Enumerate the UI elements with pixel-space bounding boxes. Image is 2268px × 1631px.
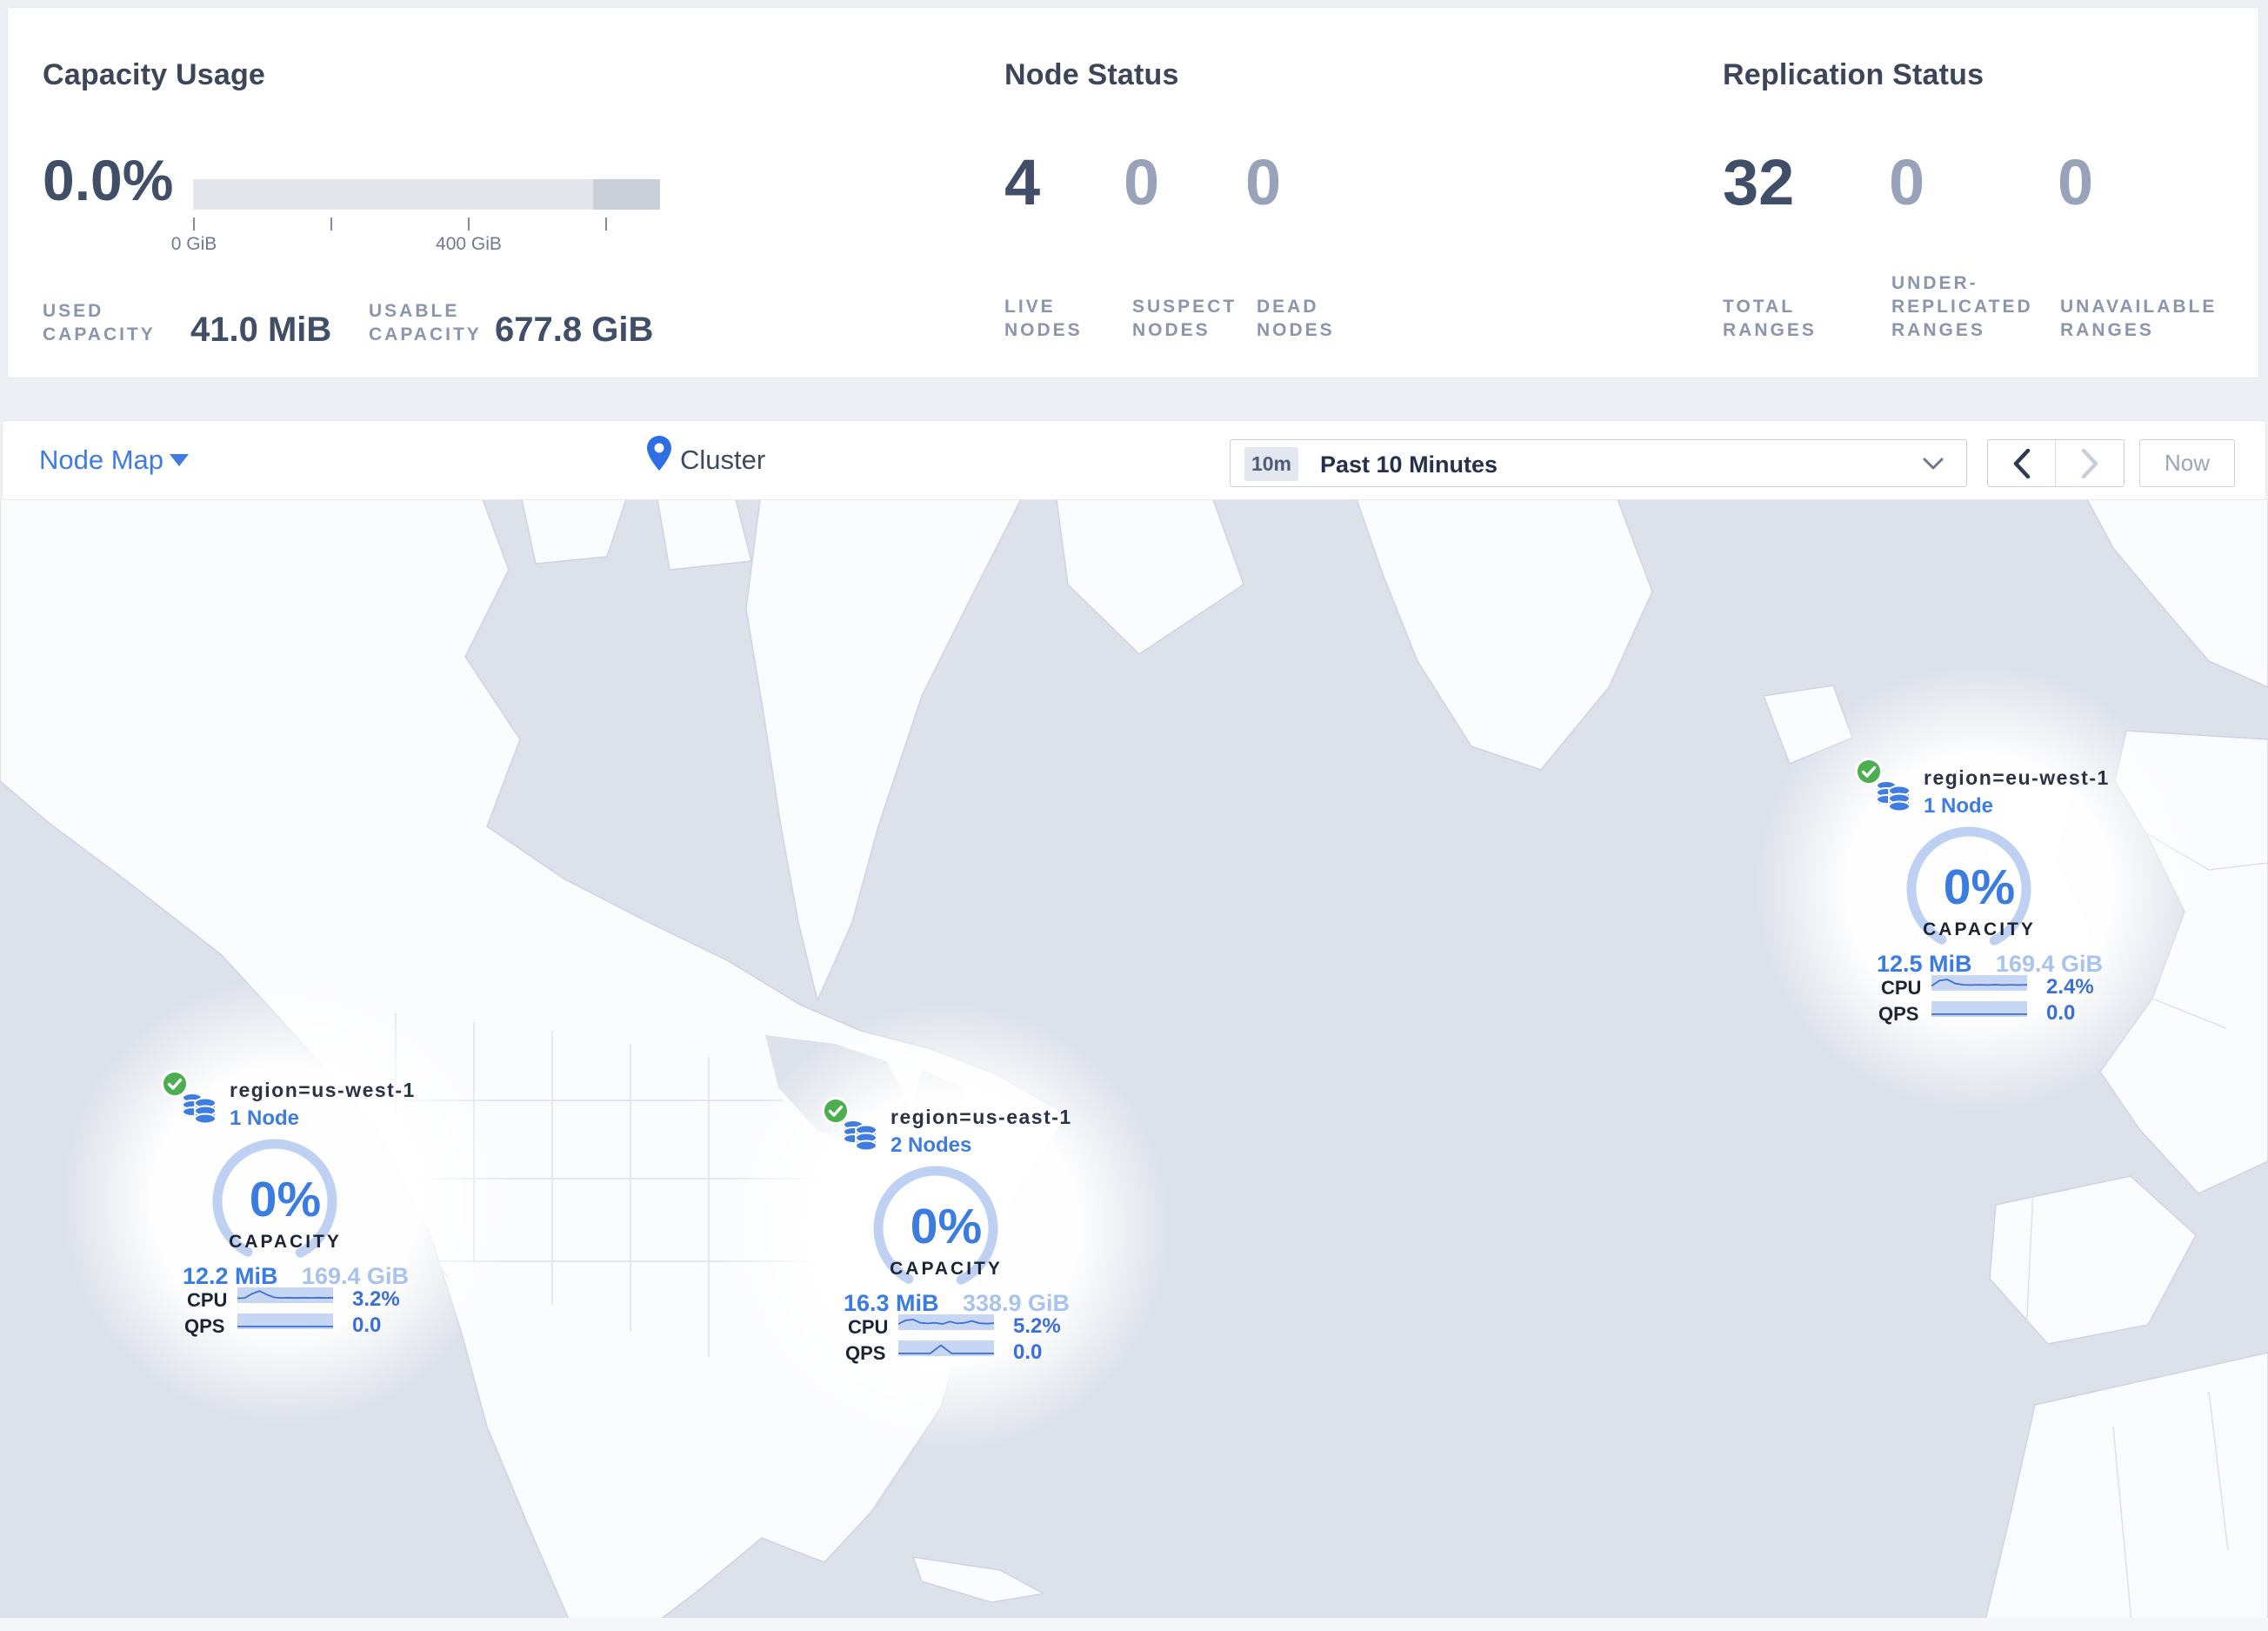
node-count-link[interactable]: 1 Node bbox=[1924, 794, 1993, 819]
used-capacity-value: 16.3 MiB bbox=[844, 1290, 939, 1316]
total-ranges-count: 32 bbox=[1723, 146, 1795, 218]
axis-tick bbox=[330, 217, 332, 231]
usable-capacity-label: USABLE CAPACITY bbox=[369, 301, 482, 344]
capacity-percent: 0.0% bbox=[43, 148, 174, 212]
cpu-sparkline bbox=[1931, 975, 2027, 991]
suspect-nodes-count: 0 bbox=[1124, 146, 1160, 218]
capacity-percent: 0% bbox=[1943, 859, 2016, 915]
capacity-bar-reserved-segment bbox=[593, 179, 660, 210]
qps-value: 0.0 bbox=[2046, 1001, 2076, 1025]
view-selector-dropdown[interactable]: Node Map bbox=[39, 445, 163, 476]
cpu-label: CPU bbox=[1881, 977, 1922, 999]
database-nodes-icon bbox=[182, 1093, 217, 1125]
qps-label: QPS bbox=[1878, 1003, 1919, 1025]
capacity-caption: CAPACITY bbox=[1923, 919, 2036, 939]
chevron-left-icon bbox=[2013, 448, 2030, 478]
node-count-link[interactable]: 2 Nodes bbox=[891, 1133, 971, 1158]
cpu-label: CPU bbox=[187, 1289, 228, 1311]
node-count-link[interactable]: 1 Node bbox=[230, 1106, 299, 1131]
cpu-value: 2.4% bbox=[2046, 975, 2094, 999]
dead-nodes-count: 0 bbox=[1245, 146, 1282, 218]
cpu-value: 5.2% bbox=[1013, 1314, 1061, 1338]
region-label: region=eu-west-1 bbox=[1924, 766, 2110, 789]
axis-tick-label: 400 GiB bbox=[436, 234, 502, 254]
region-marker-us-west-1[interactable]: region=us-west-1 1 Node 0% CAPACITY 12.2… bbox=[146, 1061, 424, 1348]
under-replicated-ranges-count: 0 bbox=[1889, 146, 1925, 218]
region-label: region=us-east-1 bbox=[891, 1106, 1072, 1128]
chevron-right-icon bbox=[2081, 448, 2098, 478]
under-replicated-ranges-label: UNDER- REPLICATED RANGES bbox=[1891, 273, 2033, 340]
unavailable-ranges-label: UNAVAILABLE RANGES bbox=[2060, 297, 2218, 340]
used-capacity-value: 12.5 MiB bbox=[1877, 951, 1972, 977]
capacity-percent: 0% bbox=[910, 1199, 983, 1254]
qps-value: 0.0 bbox=[1013, 1340, 1043, 1364]
cpu-sparkline bbox=[237, 1287, 333, 1303]
step-back-button[interactable] bbox=[1988, 440, 2056, 486]
axis-tick bbox=[193, 217, 195, 231]
node-status-title: Node Status bbox=[1004, 58, 1179, 91]
map-toolbar: Node Map Cluster 10m Past 10 Minutes Now bbox=[2, 420, 2266, 500]
map-pin-icon bbox=[647, 436, 671, 471]
capacity-caption: CAPACITY bbox=[229, 1232, 342, 1252]
time-range-label: Past 10 Minutes bbox=[1320, 451, 1498, 478]
capacity-caption: CAPACITY bbox=[890, 1259, 1003, 1279]
qps-label: QPS bbox=[845, 1342, 886, 1364]
database-nodes-icon bbox=[843, 1120, 877, 1152]
axis-tick bbox=[468, 217, 470, 231]
region-label: region=us-west-1 bbox=[230, 1079, 416, 1101]
cpu-sparkline bbox=[898, 1314, 994, 1330]
total-capacity-value: 169.4 GiB bbox=[301, 1263, 409, 1289]
qps-sparkline bbox=[1931, 1001, 2027, 1017]
live-nodes-label: LIVE NODES bbox=[1004, 297, 1083, 340]
time-range-badge: 10m bbox=[1244, 447, 1298, 481]
dead-nodes-label: DEAD NODES bbox=[1257, 297, 1335, 340]
chevron-down-icon bbox=[170, 454, 189, 466]
total-capacity-value: 169.4 GiB bbox=[1995, 951, 2103, 977]
used-capacity-label: USED CAPACITY bbox=[43, 301, 156, 344]
breadcrumb[interactable]: Cluster bbox=[680, 445, 765, 476]
qps-sparkline bbox=[898, 1340, 994, 1356]
chevron-down-icon bbox=[1923, 458, 1944, 470]
map-footer-strip bbox=[0, 1618, 2268, 1631]
cpu-value: 3.2% bbox=[352, 1287, 400, 1311]
region-marker-us-east-1[interactable]: region=us-east-1 2 Nodes 0% CAPACITY 16.… bbox=[807, 1088, 1085, 1375]
live-nodes-count: 4 bbox=[1004, 146, 1041, 218]
region-marker-eu-west-1[interactable]: region=eu-west-1 1 Node 0% CAPACITY 12.5… bbox=[1840, 749, 2118, 1036]
time-range-select[interactable]: 10m Past 10 Minutes bbox=[1230, 439, 1967, 487]
used-capacity-value: 12.2 MiB bbox=[183, 1263, 278, 1289]
usable-capacity-value: 677.8 GiB bbox=[495, 311, 654, 349]
total-ranges-label: TOTAL RANGES bbox=[1723, 297, 1817, 340]
suspect-nodes-label: SUSPECT NODES bbox=[1132, 297, 1237, 340]
now-button[interactable]: Now bbox=[2139, 439, 2235, 487]
qps-label: QPS bbox=[184, 1315, 225, 1337]
capacity-percent: 0% bbox=[249, 1172, 322, 1227]
unavailable-ranges-count: 0 bbox=[2058, 146, 2094, 218]
axis-tick bbox=[605, 217, 607, 231]
used-capacity-value: 41.0 MiB bbox=[190, 311, 332, 349]
axis-tick-label: 0 GiB bbox=[170, 234, 217, 254]
cpu-label: CPU bbox=[848, 1316, 889, 1338]
time-step-arrows bbox=[1987, 439, 2125, 487]
capacity-usage-title: Capacity Usage bbox=[43, 58, 266, 91]
step-forward-button[interactable] bbox=[2056, 440, 2124, 486]
total-capacity-value: 338.9 GiB bbox=[962, 1290, 1070, 1316]
cluster-stats-panel: Capacity Usage 0.0% 0 GiB 400 GiB USED C… bbox=[7, 7, 2259, 378]
database-nodes-icon bbox=[1876, 780, 1911, 812]
capacity-bar bbox=[193, 179, 660, 210]
qps-sparkline bbox=[237, 1313, 333, 1329]
replication-status-title: Replication Status bbox=[1723, 58, 1984, 91]
qps-value: 0.0 bbox=[352, 1313, 382, 1337]
